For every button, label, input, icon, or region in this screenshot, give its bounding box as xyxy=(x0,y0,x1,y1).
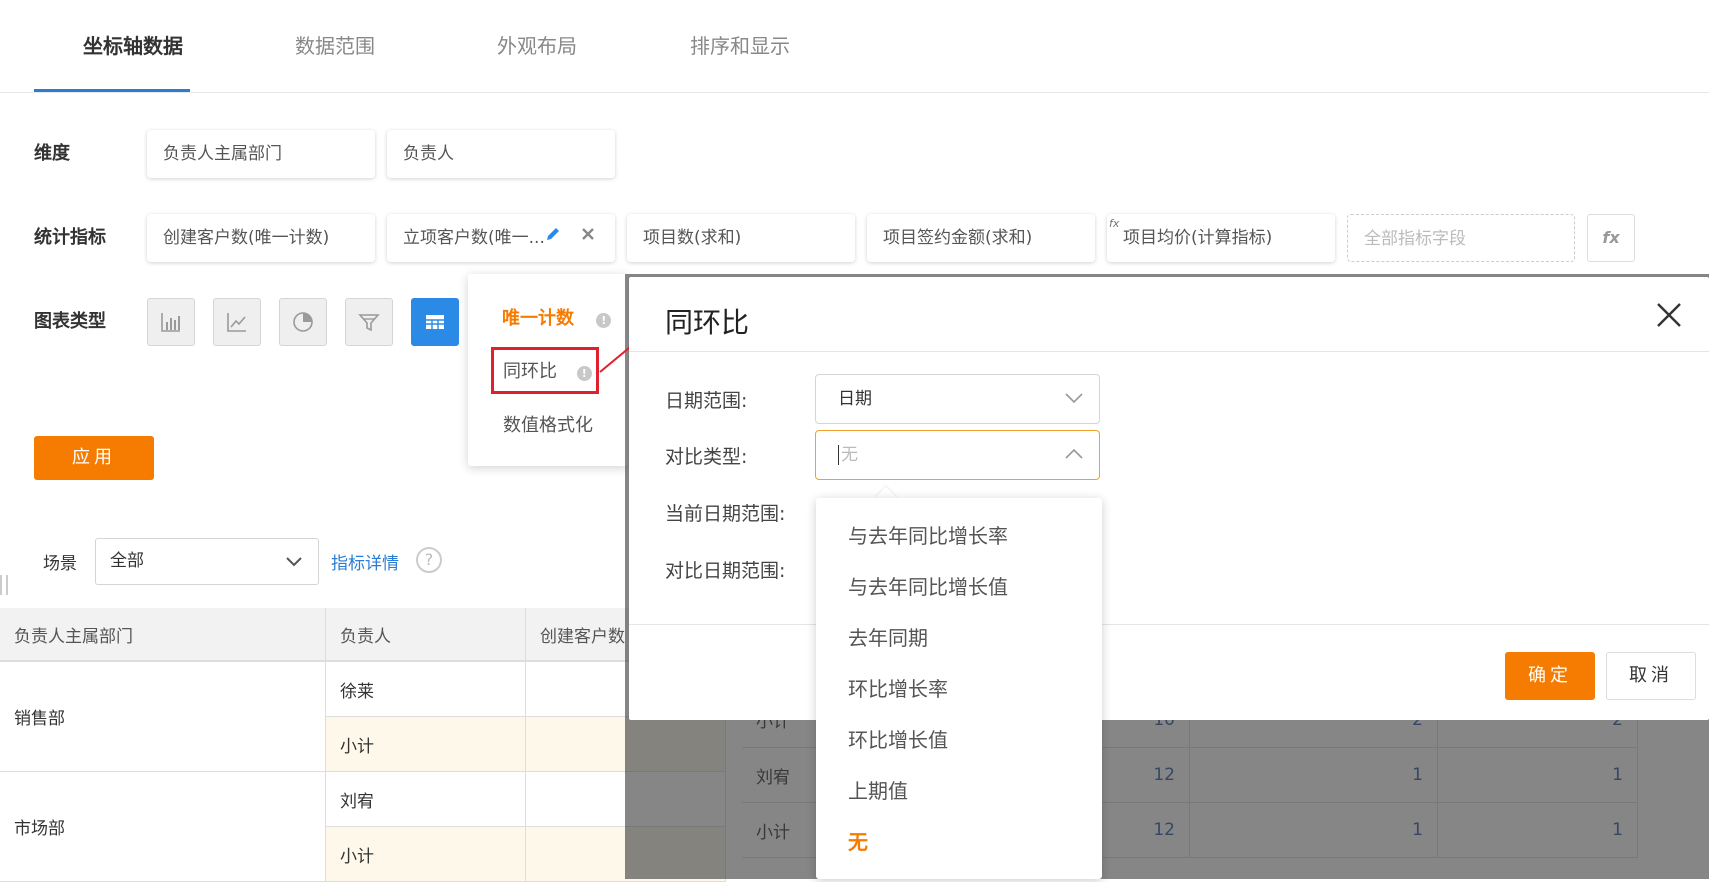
apply-button[interactable]: 应用 xyxy=(34,436,154,480)
funnel-chart-button[interactable] xyxy=(345,298,393,346)
funnel-chart-icon xyxy=(358,314,380,332)
table-subtotal-cell: 小计 xyxy=(326,717,526,772)
dropdown-option[interactable]: 环比增长值 xyxy=(848,724,948,753)
current-range-label: 当前日期范围: xyxy=(665,503,786,525)
chevron-up-icon xyxy=(1065,448,1083,459)
metric-field-label: 立项客户数(唯一... xyxy=(403,228,545,248)
metric-details-link[interactable]: 指标详情 xyxy=(331,549,399,574)
highlight-box xyxy=(491,347,599,394)
close-icon[interactable] xyxy=(1653,299,1685,331)
dropdown-option[interactable]: 去年同期 xyxy=(848,622,928,651)
scene-label: 场景 xyxy=(43,554,77,574)
tab-data-range[interactable]: 数据范围 xyxy=(295,30,375,59)
scene-select[interactable]: 全部 xyxy=(95,538,319,585)
tab-bar: 坐标轴数据 数据范围 外观布局 排序和显示 xyxy=(0,0,1709,93)
compare-type-dropdown: 与去年同比增长率 与去年同比增长值 去年同期 环比增长率 环比增长值 上期值 无 xyxy=(816,498,1102,879)
dialog-divider xyxy=(629,351,1709,352)
tab-appearance[interactable]: 外观布局 xyxy=(497,30,577,59)
line-chart-button[interactable] xyxy=(213,298,261,346)
resize-handle[interactable] xyxy=(0,575,8,595)
fx-badge: fx xyxy=(1109,217,1120,230)
popover-item-number-format[interactable]: 数值格式化 xyxy=(503,411,593,437)
active-tab-indicator xyxy=(34,89,190,92)
table-row-group-label: 市场部 xyxy=(0,772,326,882)
edit-icon[interactable] xyxy=(544,225,562,243)
yoy-mom-dialog: 同环比 日期范围: 日期 对比类型: 无 当前日期范围: 对比日期范围: 确定 … xyxy=(629,277,1709,720)
scene-select-value: 全部 xyxy=(110,551,144,571)
dropdown-option[interactable]: 上期值 xyxy=(848,775,908,804)
dropdown-option[interactable]: 与去年同比增长值 xyxy=(848,571,1008,600)
table-cell: 刘宥 xyxy=(326,772,526,827)
dialog-title: 同环比 xyxy=(665,306,750,339)
tab-sort-display[interactable]: 排序和显示 xyxy=(690,30,790,59)
table-chart-button[interactable] xyxy=(411,298,459,346)
table-cell: 徐莱 xyxy=(326,662,526,717)
date-range-label: 日期范围: xyxy=(665,390,748,412)
table-header-cell: 负责人主属部门 xyxy=(0,608,326,662)
compare-type-select[interactable]: 无 xyxy=(815,430,1100,480)
bar-chart-icon xyxy=(161,313,180,332)
popover-item-unique-count[interactable]: 唯一计数 ! xyxy=(502,304,612,330)
compare-type-value: 无 xyxy=(838,445,858,465)
help-icon[interactable]: ? xyxy=(416,547,442,573)
chevron-down-icon xyxy=(1065,393,1083,404)
dimension-label: 维度 xyxy=(34,143,70,164)
cancel-button[interactable]: 取消 xyxy=(1606,652,1696,700)
metric-field[interactable]: 项目数(求和) xyxy=(627,214,855,262)
popover-item-label: 唯一计数 xyxy=(502,308,574,329)
dropdown-option[interactable]: 环比增长率 xyxy=(848,673,948,702)
dropdown-option-selected[interactable]: 无 xyxy=(848,826,868,855)
compare-range-label: 对比日期范围: xyxy=(665,560,786,582)
line-chart-icon xyxy=(227,313,246,332)
date-range-select[interactable]: 日期 xyxy=(815,374,1100,424)
dialog-footer-divider xyxy=(629,624,1709,625)
chevron-down-icon xyxy=(286,557,302,567)
table-icon xyxy=(426,315,444,329)
table-subtotal-cell: 小计 xyxy=(326,827,526,882)
pie-chart-button[interactable] xyxy=(279,298,327,346)
metric-field-computed[interactable]: fx 项目均价(计算指标) xyxy=(1107,214,1335,262)
formula-button[interactable]: fx xyxy=(1587,214,1635,262)
confirm-button[interactable]: 确定 xyxy=(1505,652,1595,700)
metrics-label: 统计指标 xyxy=(34,227,106,248)
table-header-cell: 负责人 xyxy=(326,608,526,662)
metric-field[interactable]: 项目签约金额(求和) xyxy=(867,214,1095,262)
dimension-field[interactable]: 负责人主属部门 xyxy=(147,130,375,178)
all-metrics-placeholder[interactable]: 全部指标字段 xyxy=(1347,214,1575,262)
metric-field[interactable]: 创建客户数(唯一计数) xyxy=(147,214,375,262)
chart-type-label: 图表类型 xyxy=(34,311,106,332)
remove-icon[interactable] xyxy=(580,226,596,242)
dropdown-option[interactable]: 与去年同比增长率 xyxy=(848,520,1008,549)
metric-field-label: 项目均价(计算指标) xyxy=(1123,228,1273,248)
dimension-field[interactable]: 负责人 xyxy=(387,130,615,178)
bar-chart-button[interactable] xyxy=(147,298,195,346)
table-row-group-label: 销售部 xyxy=(0,662,326,772)
tab-axis-data[interactable]: 坐标轴数据 xyxy=(83,30,183,59)
compare-type-label: 对比类型: xyxy=(665,446,748,468)
pie-chart-icon xyxy=(293,312,313,332)
date-range-value: 日期 xyxy=(838,389,872,409)
